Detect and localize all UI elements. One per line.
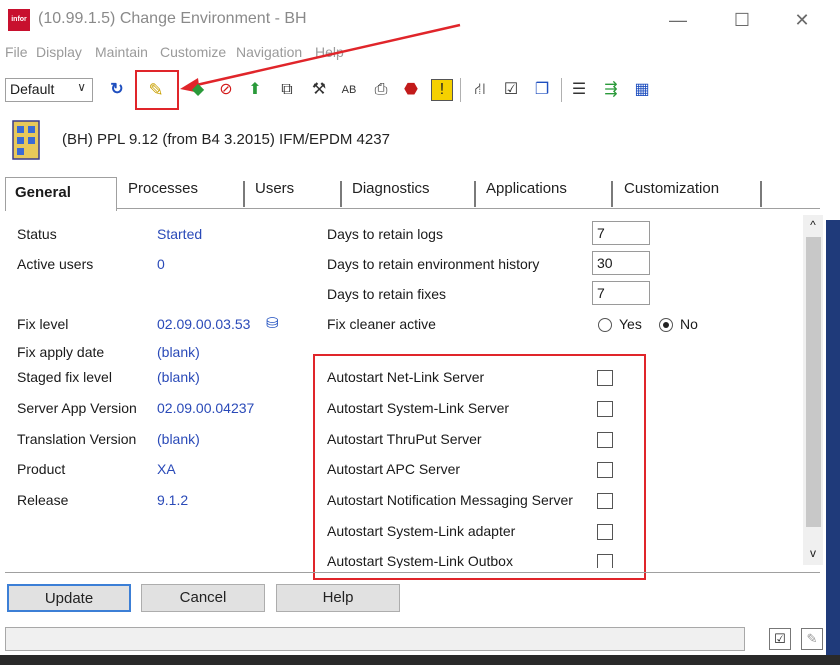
fix-cleaner-no-radio[interactable] (659, 318, 673, 332)
active-users-value: 0 (157, 256, 165, 272)
fix-cleaner-no-label: No (680, 316, 698, 332)
tab-separator (760, 181, 762, 207)
tab-separator (243, 181, 245, 207)
divider (5, 572, 820, 573)
tab-processes[interactable]: Processes (128, 180, 198, 208)
active-users-label: Active users (17, 256, 94, 272)
fix-cleaner-yes-radio[interactable] (598, 318, 612, 332)
product-value: XA (157, 461, 176, 477)
app-logo-icon: infor (8, 9, 30, 31)
tab-separator (611, 181, 613, 207)
fix-apply-date-value: (blank) (157, 344, 200, 360)
tab-general[interactable]: General (5, 177, 117, 211)
tab-underline (5, 208, 820, 209)
days-retain-logs-input[interactable]: 7 (592, 221, 650, 245)
translation-version-label: Translation Version (17, 431, 137, 447)
tab-customization[interactable]: Customization (624, 180, 719, 208)
copy-icon[interactable]: ⧉ (276, 79, 298, 101)
list-icon[interactable]: ☰ (568, 79, 590, 101)
minimize-button[interactable]: — (658, 4, 698, 36)
fix-details-icon[interactable]: ⛁ (266, 314, 284, 334)
product-label: Product (17, 461, 66, 477)
stop-sign-icon[interactable]: ⬣ (400, 79, 422, 101)
cancel-button[interactable]: Cancel (141, 584, 265, 612)
printer-icon[interactable]: ⎙ (370, 79, 392, 101)
scroll-up-button[interactable]: ^ (803, 215, 823, 235)
days-retain-logs-label: Days to retain logs (327, 226, 443, 242)
environment-icon (12, 120, 40, 160)
update-button[interactable]: Update (7, 584, 131, 612)
server-app-version-value: 02.09.00.04237 (157, 400, 255, 416)
days-retain-history-label: Days to retain environment history (327, 256, 540, 272)
days-retain-fixes-label: Days to retain fixes (327, 286, 447, 302)
window-icon[interactable]: ❐ (531, 79, 553, 101)
environment-description: (BH) PPL 9.12 (from B4 3.2015) IFM/EPDM … (62, 131, 390, 148)
release-label: Release (17, 492, 69, 508)
chevron-down-icon: ∨ (77, 80, 86, 94)
fix-level-value: 02.09.00.03.53 (157, 316, 251, 332)
green-arrow-icon[interactable]: ⬆ (244, 79, 266, 101)
status-bar (5, 627, 745, 651)
tab-separator (340, 181, 342, 207)
status-value: Started (157, 226, 203, 242)
desktop-background-bottom (0, 655, 840, 665)
tree-icon[interactable]: ⛙ (469, 79, 491, 101)
tools-icon[interactable]: ⚒ (308, 79, 330, 101)
view-select-value: Default (10, 81, 55, 97)
menu-file[interactable]: File (5, 44, 28, 60)
maximize-button[interactable]: ☐ (722, 4, 762, 36)
fix-cleaner-yes-label: Yes (619, 316, 642, 332)
desktop-background (826, 220, 840, 665)
fix-level-label: Fix level (17, 316, 69, 332)
release-value: 9.1.2 (157, 492, 189, 508)
toolbar-separator (561, 78, 562, 102)
view-select[interactable]: Default ∨ (5, 78, 93, 102)
toolbar-separator (460, 78, 461, 102)
stop-icon[interactable]: ⊘ (215, 79, 237, 101)
checklist-icon[interactable]: ☑ (500, 79, 522, 101)
tab-separator (474, 181, 476, 207)
scroll-down-button[interactable]: v (803, 543, 823, 563)
pencil-icon[interactable]: ✎ (145, 79, 167, 101)
annotation-box-autostart (313, 354, 646, 580)
info-icon[interactable]: ! (431, 79, 453, 101)
tab-applications[interactable]: Applications (486, 180, 567, 208)
menu-display[interactable]: Display (36, 44, 82, 60)
staged-fix-level-label: Staged fix level (17, 369, 112, 385)
server-app-version-label: Server App Version (17, 400, 137, 416)
days-retain-history-input[interactable]: 30 (592, 251, 650, 275)
export-icon[interactable]: ⇶ (600, 79, 622, 101)
fix-apply-date-label: Fix apply date (17, 344, 105, 360)
days-retain-fixes-input[interactable]: 7 (592, 281, 650, 305)
staged-fix-level-value: (blank) (157, 369, 200, 385)
edit-status-icon[interactable]: ✎ (801, 628, 823, 650)
tab-diagnostics[interactable]: Diagnostics (352, 180, 430, 208)
fix-cleaner-label: Fix cleaner active (327, 316, 436, 332)
translation-version-value: (blank) (157, 431, 200, 447)
green-shape-icon[interactable]: ◆ (187, 79, 209, 101)
ab-icon[interactable]: AB (338, 79, 360, 101)
refresh-icon[interactable]: ↻ (106, 79, 128, 101)
help-button[interactable]: Help (276, 584, 400, 612)
status-label: Status (17, 226, 57, 242)
tab-users[interactable]: Users (255, 180, 294, 208)
checklist-status-icon[interactable]: ☑ (769, 628, 791, 650)
scrollbar-thumb[interactable] (806, 237, 821, 527)
tab-general-label: General (15, 184, 71, 201)
grid-icon[interactable]: ▦ (631, 79, 653, 101)
close-button[interactable]: ✕ (782, 4, 822, 36)
menu-maintain[interactable]: Maintain (95, 44, 148, 60)
